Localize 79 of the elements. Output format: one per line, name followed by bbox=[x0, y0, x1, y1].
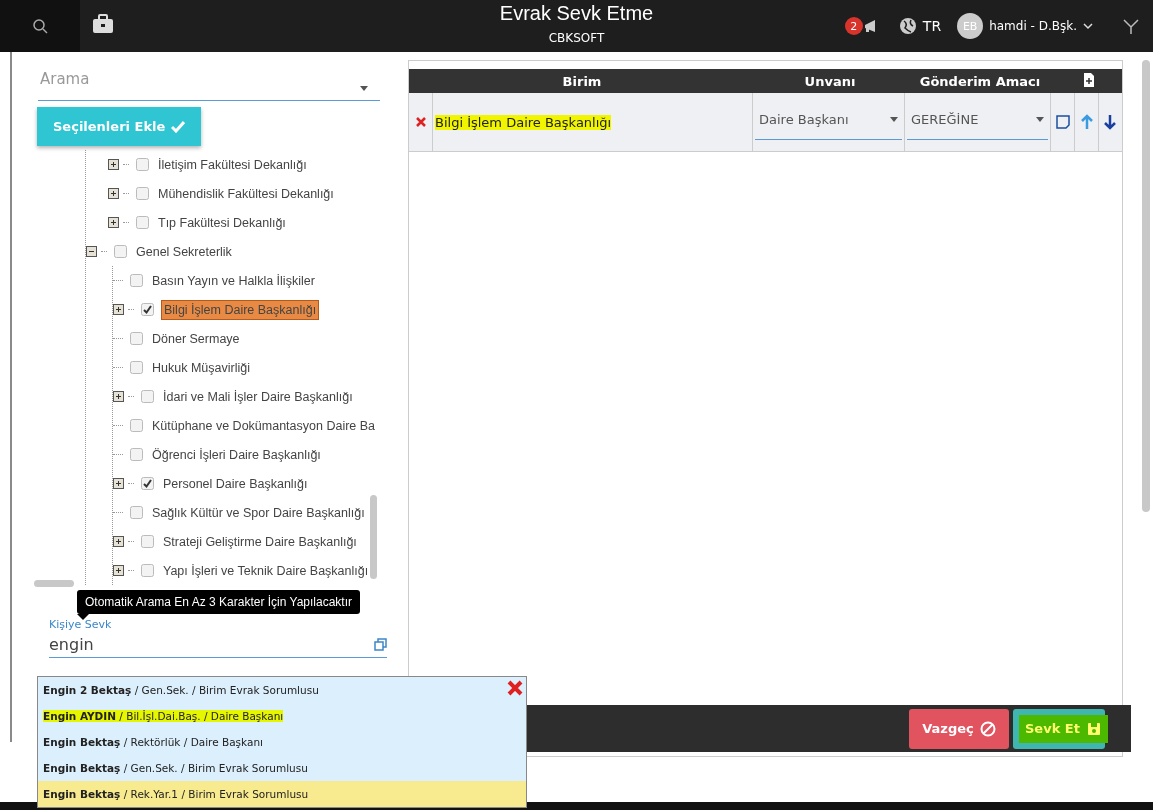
expand-toggle-icon[interactable] bbox=[113, 391, 124, 402]
briefcase-icon[interactable] bbox=[92, 14, 114, 34]
suggestion-item[interactable]: Engin Bektaş / Rektörlük / Daire Başkanı bbox=[43, 736, 263, 748]
tree-item[interactable]: Kütüphane ve Dokümantasyon Daire Ba bbox=[150, 416, 378, 435]
page-title: Evrak Sevk Etme bbox=[499, 2, 654, 25]
tree-item[interactable]: İdari ve Mali İşler Daire Başkanlığı bbox=[161, 387, 355, 406]
tree-checkbox[interactable] bbox=[136, 187, 149, 200]
tree-checkbox[interactable] bbox=[130, 506, 143, 519]
tree-item[interactable]: Strateji Geliştirme Daire Başkanlığı bbox=[161, 532, 359, 551]
scrollbar-thumb[interactable] bbox=[370, 495, 377, 579]
suggestion-item[interactable]: Engin 2 Bektaş / Gen.Sek. / Birim Evrak Sorumlusu bbox=[43, 684, 319, 696]
tree-checkbox[interactable] bbox=[114, 245, 127, 258]
purpose-select[interactable]: GEREĞİNE bbox=[907, 100, 1048, 140]
column-header: Gönderim Amacı bbox=[918, 73, 1042, 89]
tree-item[interactable]: Basın Yayın ve Halkla İlişkiler bbox=[150, 271, 317, 290]
caret-down-icon bbox=[360, 86, 368, 91]
close-icon[interactable] bbox=[506, 679, 524, 697]
tree-item[interactable]: Sağlık Kültür ve Spor Daire Başkanlığı bbox=[150, 503, 367, 522]
expand-toggle-icon[interactable] bbox=[113, 536, 124, 547]
tree-item[interactable]: Hukuk Müşavirliği bbox=[150, 358, 252, 377]
tree-item[interactable]: Tıp Fakültesi Dekanlığı bbox=[156, 213, 288, 232]
expand-toggle-icon[interactable] bbox=[108, 188, 119, 199]
tree-item[interactable]: Personel Daire Başkanlığı bbox=[161, 474, 310, 493]
caret-down-icon bbox=[890, 117, 898, 122]
expand-toggle-icon[interactable] bbox=[108, 217, 119, 228]
collapse-toggle-icon[interactable] bbox=[86, 246, 97, 257]
expand-toggle-icon[interactable] bbox=[113, 304, 124, 315]
copy-icon[interactable] bbox=[374, 637, 387, 651]
delete-icon[interactable] bbox=[414, 116, 427, 128]
tree-item[interactable]: Öğrenci İşleri Daire Başkanlığı bbox=[150, 445, 323, 464]
arrow-up-icon[interactable] bbox=[1079, 114, 1094, 130]
column-header: Unvanı bbox=[803, 73, 857, 89]
suggestion-item[interactable]: Engin AYDIN / Bil.İşl.Dai.Baş. / Daire Başkanı bbox=[43, 710, 284, 722]
tree-checkbox[interactable] bbox=[141, 390, 154, 403]
suggestion-item[interactable]: Engin Bektaş / Gen.Sek. / Birim Evrak Sorumlusu bbox=[43, 762, 308, 774]
tree-checkbox[interactable] bbox=[130, 274, 143, 287]
expand-toggle-icon[interactable] bbox=[108, 159, 119, 170]
prohibited-icon bbox=[979, 720, 996, 737]
caret-down-icon bbox=[1036, 117, 1044, 122]
globe-icon[interactable] bbox=[898, 17, 917, 35]
tree-item[interactable]: İletişim Fakültesi Dekanlığı bbox=[156, 155, 309, 174]
tree-checkbox[interactable] bbox=[130, 332, 143, 345]
tree-checkbox[interactable] bbox=[130, 448, 143, 461]
expand-toggle-icon[interactable] bbox=[113, 478, 124, 489]
check-icon bbox=[171, 120, 186, 133]
tree-checkbox[interactable] bbox=[141, 535, 154, 548]
tree-checkbox[interactable] bbox=[141, 303, 154, 316]
tree-checkbox[interactable] bbox=[141, 564, 154, 577]
tree-item[interactable]: Yapı İşleri ve Teknik Daire Başkanlığı bbox=[161, 561, 371, 580]
scrollbar-thumb[interactable] bbox=[1142, 60, 1150, 512]
tree-checkbox[interactable] bbox=[136, 216, 149, 229]
megaphone-icon[interactable] bbox=[862, 18, 877, 34]
tree-item[interactable]: Mühendislik Fakültesi Dekanlığı bbox=[156, 184, 336, 203]
notification-count: 2 bbox=[844, 17, 863, 35]
tree-checkbox[interactable] bbox=[130, 419, 143, 432]
tree-checkbox[interactable] bbox=[141, 477, 154, 490]
note-icon[interactable] bbox=[1055, 115, 1070, 129]
tree-item[interactable]: Döner Sermaye bbox=[150, 329, 242, 348]
search-icon[interactable] bbox=[32, 18, 48, 34]
add-file-icon[interactable] bbox=[1082, 72, 1095, 87]
field-label: Kişiye Sevk bbox=[49, 618, 113, 631]
scrollbar-thumb[interactable] bbox=[34, 580, 74, 587]
expand-toggle-icon[interactable] bbox=[113, 565, 124, 576]
tree-checkbox[interactable] bbox=[130, 361, 143, 374]
language-selector[interactable]: TR bbox=[922, 18, 942, 34]
tooltip-pointer-icon bbox=[77, 614, 89, 620]
app-name: CBKSOFT bbox=[548, 31, 605, 45]
arrow-down-icon[interactable] bbox=[1103, 114, 1117, 130]
user-menu[interactable]: hamdi - D.Bşk. bbox=[989, 19, 1077, 33]
title-select[interactable]: Daire Başkanı bbox=[755, 100, 902, 140]
tree-item[interactable]: Bilgi İşlem Daire Başkanlığı bbox=[161, 299, 320, 320]
column-header: Birim bbox=[561, 73, 603, 89]
chevron-down-icon[interactable] bbox=[1083, 22, 1093, 30]
tree-item[interactable]: Genel Sekreterlik bbox=[134, 242, 234, 261]
tree-checkbox[interactable] bbox=[136, 158, 149, 171]
unit-cell: Bilgi İşlem Daire Başkanlığı bbox=[435, 114, 612, 130]
search-field[interactable]: Arama bbox=[38, 58, 380, 101]
cancel-button[interactable]: Vazgeç bbox=[909, 708, 1009, 749]
filter-icon[interactable] bbox=[1123, 18, 1139, 34]
